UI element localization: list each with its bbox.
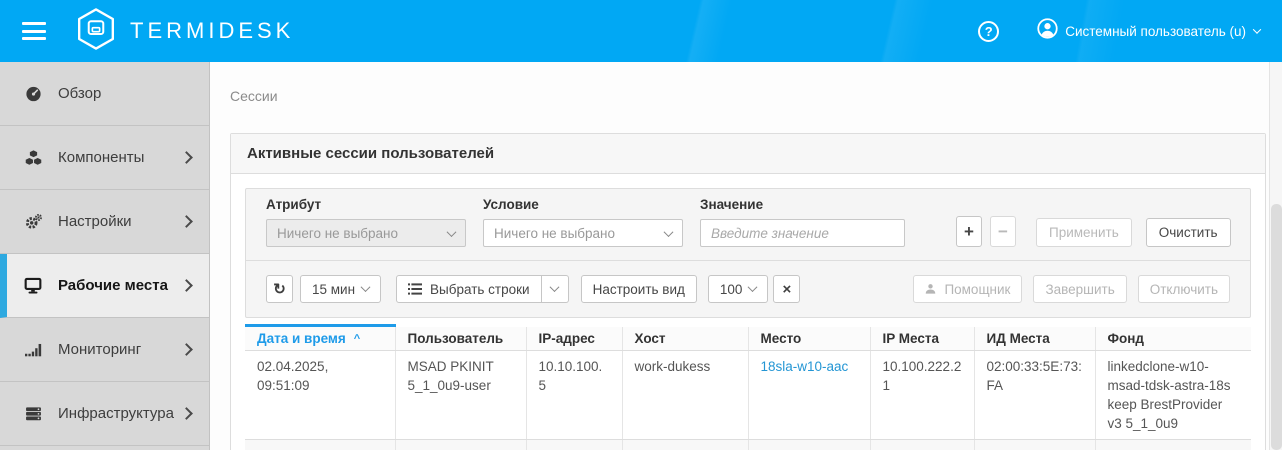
brand-logo[interactable]: TERMIDESK xyxy=(76,7,294,56)
place-link[interactable]: 18sla-w10-aac xyxy=(761,359,849,374)
column-header-datetime[interactable]: Дата и время^ xyxy=(245,326,395,351)
column-header-ip[interactable]: IP-адрес xyxy=(526,326,622,351)
chevron-right-icon xyxy=(180,215,193,228)
sidebar-item-label: Рабочие места xyxy=(58,277,168,294)
condition-label: Условие xyxy=(483,197,683,212)
cell-place-ip: 10.100.222.21 xyxy=(870,351,974,440)
vertical-scrollbar xyxy=(1269,62,1282,450)
sidebar-item-monitoring[interactable]: Мониторинг xyxy=(0,318,209,382)
filter-box: Атрибут Ничего не выбрано Условие Ничего… xyxy=(245,188,1251,318)
table-toolbar: ↻ 15 мин xyxy=(246,260,1250,317)
sidebar-item-label: Компоненты xyxy=(58,149,144,166)
remove-filter-button[interactable]: − xyxy=(990,216,1016,247)
breadcrumb: Сессии xyxy=(230,88,1266,104)
page-size-dropdown[interactable]: 100 xyxy=(708,275,769,303)
chevron-down-icon xyxy=(748,282,758,292)
help-icon[interactable]: ? xyxy=(978,21,999,42)
sidebar-item-label: Инфраструктура xyxy=(58,405,174,422)
cell-ip: 10.10.100.5 xyxy=(526,351,622,440)
sidebar-item-infrastructure[interactable]: Инфраструктура xyxy=(0,382,209,446)
termidesk-admin-page: TERMIDESK ? Системный пользователь (u) xyxy=(0,0,1282,450)
column-header-host[interactable]: Хост xyxy=(622,326,748,351)
select-rows-button[interactable]: Выбрать строки xyxy=(396,275,542,303)
attribute-select[interactable]: Ничего не выбрано xyxy=(266,219,466,247)
cell-place: 18sla-w10-aac xyxy=(748,351,870,440)
sidebar-item-workplaces[interactable]: Рабочие места xyxy=(0,254,209,318)
chevron-down-icon xyxy=(550,282,560,292)
user-name-label: Системный пользователь (u) xyxy=(1065,24,1246,39)
finish-session-button[interactable]: Завершить xyxy=(1033,275,1126,303)
select-rows-caret[interactable] xyxy=(542,275,569,303)
column-header-place-id[interactable]: ИД Места xyxy=(974,326,1095,351)
sidebar-nav: Обзор Компоненты xyxy=(0,62,210,450)
sidebar-item-label: Настройки xyxy=(58,213,132,230)
condition-select[interactable]: Ничего не выбрано xyxy=(483,219,683,247)
refresh-icon: ↻ xyxy=(273,280,286,298)
server-icon xyxy=(22,405,44,422)
brand-name: TERMIDESK xyxy=(130,18,294,44)
chevron-down-icon xyxy=(1253,25,1261,33)
apply-button[interactable]: Применить xyxy=(1036,218,1132,247)
interval-dropdown[interactable]: 15 мин xyxy=(300,275,381,303)
cell-user: MSAD PKINIT 5_1_0u9-user xyxy=(395,351,526,440)
chevron-right-icon xyxy=(180,151,193,164)
panel-title: Активные сессии пользователей xyxy=(247,145,494,162)
active-sessions-panel: Активные сессии пользователей Атрибут Ни… xyxy=(230,133,1266,450)
table-header-row: Дата и время^ Пользователь IP-адрес Хост… xyxy=(245,326,1251,351)
panel-header: Активные сессии пользователей xyxy=(231,134,1265,174)
clear-button[interactable]: Очистить xyxy=(1146,218,1231,247)
chart-bars-icon xyxy=(22,341,44,358)
top-header: TERMIDESK ? Системный пользователь (u) xyxy=(0,0,1282,62)
tachometer-icon xyxy=(22,85,44,102)
hamburger-menu-icon[interactable] xyxy=(22,22,46,40)
cell-place-id: 02:00:33:5E:73:FA xyxy=(974,351,1095,440)
disconnect-session-button[interactable]: Отключить xyxy=(1138,275,1230,303)
main-content: Сессии Активные сессии пользователей Атр… xyxy=(210,62,1282,450)
cell-datetime: 02.04.2025, 09:51:09 xyxy=(245,351,395,440)
cubes-icon xyxy=(22,149,44,166)
chevron-right-icon xyxy=(180,343,193,356)
column-header-place[interactable]: Место xyxy=(748,326,870,351)
cell-pool: linkedclone-w10-msad-tdsk-astra-18s keep… xyxy=(1095,351,1251,440)
chevron-down-icon xyxy=(361,282,371,292)
sessions-table: Дата и время^ Пользователь IP-адрес Хост… xyxy=(245,324,1251,450)
sidebar-next-item-partial xyxy=(0,446,209,450)
chevron-down-icon xyxy=(664,227,674,237)
value-input[interactable] xyxy=(700,219,905,247)
scrollbar-thumb[interactable] xyxy=(1271,204,1282,450)
user-avatar-icon xyxy=(1037,18,1058,44)
sidebar-item-settings[interactable]: Настройки xyxy=(0,190,209,254)
chevron-down-icon xyxy=(447,227,457,237)
cell-host: work-dukess xyxy=(622,351,748,440)
desktop-icon xyxy=(22,277,44,294)
column-header-user[interactable]: Пользователь xyxy=(395,326,526,351)
person-icon xyxy=(925,283,936,295)
chevron-right-icon xyxy=(180,407,193,420)
sort-asc-icon: ^ xyxy=(354,333,360,345)
termidesk-hexagon-icon xyxy=(76,7,116,56)
list-icon xyxy=(408,283,422,295)
user-menu[interactable]: Системный пользователь (u) xyxy=(1037,18,1260,44)
sidebar-item-label: Мониторинг xyxy=(58,341,141,358)
attribute-label: Атрибут xyxy=(266,197,466,212)
sidebar-item-label: Обзор xyxy=(58,85,101,102)
close-icon: × xyxy=(783,281,792,298)
assistant-button[interactable]: Помощник xyxy=(913,275,1022,303)
table-row: 02.04.2025, 09:51:09 MSAD PKINIT 5_1_0u9… xyxy=(245,351,1251,440)
refresh-button[interactable]: ↻ xyxy=(266,275,293,303)
value-label: Значение xyxy=(700,197,905,212)
sidebar-item-overview[interactable]: Обзор xyxy=(0,62,209,126)
sidebar-item-components[interactable]: Компоненты xyxy=(0,126,209,190)
gears-icon xyxy=(22,213,44,230)
column-header-place-ip[interactable]: IP Места xyxy=(870,326,974,351)
add-filter-button[interactable]: + xyxy=(956,216,982,247)
table-row-partial xyxy=(245,440,1251,450)
clear-columns-button[interactable]: × xyxy=(773,275,800,303)
configure-view-button[interactable]: Настроить вид xyxy=(581,275,697,303)
chevron-right-icon xyxy=(180,279,193,292)
column-header-pool[interactable]: Фонд xyxy=(1095,326,1251,351)
